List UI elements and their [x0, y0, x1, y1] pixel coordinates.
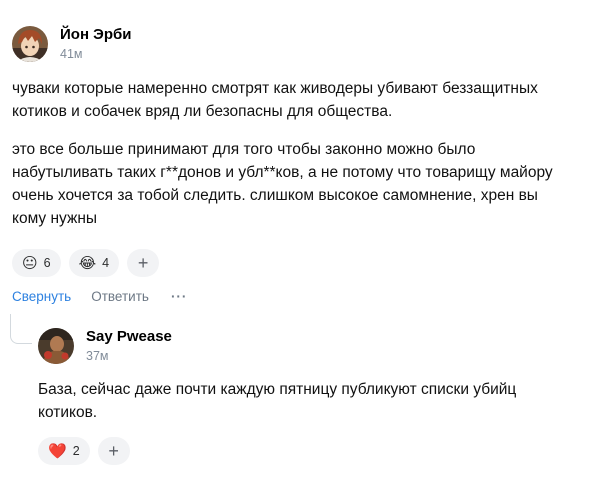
more-options-icon[interactable]: ··· — [171, 289, 188, 304]
avatar[interactable] — [38, 328, 74, 364]
comment: Йон Эрби 41м — [12, 26, 584, 62]
comment-paragraph: это все больше принимают для того чтобы … — [12, 141, 553, 227]
comment-paragraph: чуваки которые намеренно смотрят как жив… — [12, 80, 538, 120]
author-name[interactable]: Say Pwease — [86, 328, 172, 346]
reaction-count: 4 — [102, 256, 110, 270]
avatar[interactable] — [12, 26, 48, 62]
heart-icon: ❤️ — [48, 442, 67, 460]
comment-actions: Свернуть Ответить ··· — [12, 289, 187, 304]
add-reaction-button[interactable]: + — [127, 249, 160, 277]
tears-of-joy-icon: 😂 — [78, 254, 97, 272]
reaction-chip[interactable]: ❤️ 2 — [38, 437, 90, 465]
reply-comment: Say Pwease 37м — [38, 328, 584, 364]
reaction-count: 6 — [43, 256, 51, 270]
thread-connector — [10, 314, 32, 344]
photo-avatar-image — [38, 328, 74, 364]
author-name[interactable]: Йон Эрби — [60, 26, 132, 44]
reaction-bar: 😐 6 😂 4 + — [12, 249, 160, 277]
comment-time: 41м — [60, 47, 83, 61]
reaction-bar: ❤️ 2 + — [38, 437, 130, 465]
add-reaction-button[interactable]: + — [97, 437, 130, 465]
collapse-button[interactable]: Свернуть — [12, 289, 71, 304]
reaction-chip[interactable]: 😂 4 — [68, 249, 120, 277]
reply-button[interactable]: Ответить — [91, 289, 149, 304]
neutral-face-icon: 😐 — [22, 254, 38, 272]
comment-time: 37м — [86, 349, 109, 363]
comment-header: Йон Эрби 41м — [12, 26, 584, 62]
reaction-chip[interactable]: 😐 6 — [12, 249, 61, 277]
reaction-count: 2 — [72, 444, 80, 458]
reply-header: Say Pwease 37м — [38, 328, 584, 364]
anime-avatar-image — [12, 26, 48, 62]
reply-text: База, сейчас даже почти каждую пятницу п… — [38, 381, 517, 421]
